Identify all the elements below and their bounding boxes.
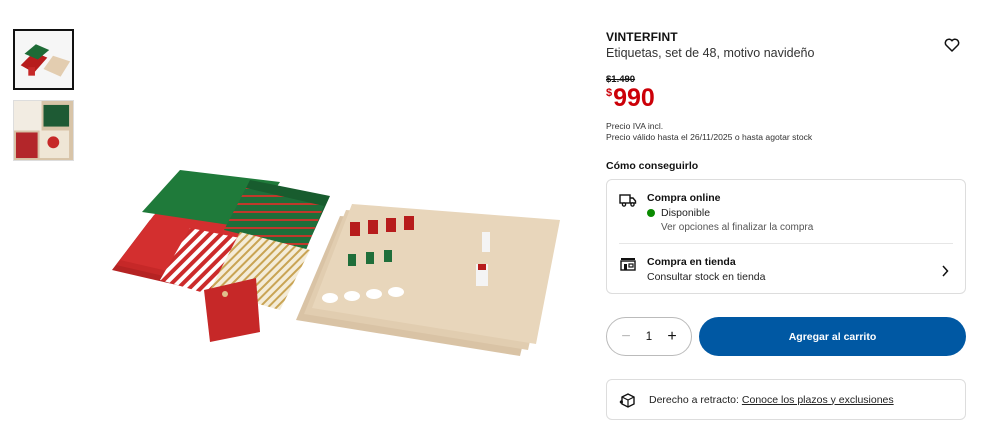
old-price: $1.490 <box>606 74 636 85</box>
current-price: $990 <box>606 86 966 111</box>
thumbnail-1-image <box>15 31 72 88</box>
online-status-text: Disponible <box>661 207 711 219</box>
heart-outline-icon[interactable] <box>944 38 960 52</box>
add-to-cart-button[interactable]: Agregar al carrito <box>699 317 966 356</box>
product-info-panel: VINTERFINT Etiquetas, set de 48, motivo … <box>606 30 966 420</box>
store-purchase-title: Compra en tienda <box>647 256 736 268</box>
online-purchase-title: Compra online <box>647 192 721 204</box>
status-dot <box>647 209 655 217</box>
thumbnail-2-image <box>14 101 73 160</box>
online-purchase-row: Compra online Disponible Ver opciones al… <box>607 180 965 243</box>
delivery-truck-icon <box>619 192 637 208</box>
chevron-right-icon[interactable] <box>941 264 949 277</box>
price-value: 990 <box>613 84 655 112</box>
product-image <box>100 160 560 360</box>
quantity-value[interactable]: 1 <box>646 331 652 343</box>
price-currency: $ <box>606 87 613 99</box>
thumbnail-1[interactable] <box>13 29 74 90</box>
thumbnail-list <box>13 29 75 171</box>
quantity-increase-button[interactable]: + <box>665 328 679 345</box>
product-illustration <box>112 170 560 356</box>
product-brand: VINTERFINT <box>606 30 678 44</box>
cart-controls: − 1 + Agregar al carrito <box>606 317 966 356</box>
quantity-decrease-button[interactable]: − <box>619 328 633 345</box>
online-status: Disponible <box>647 207 813 219</box>
return-policy-box: Derecho a retracto: Conoce los plazos y … <box>606 379 966 420</box>
store-purchase-row[interactable]: Compra en tienda Consultar stock en tien… <box>619 243 953 293</box>
availability-box: Compra online Disponible Ver opciones al… <box>606 179 966 294</box>
return-policy-link[interactable]: Conoce los plazos y exclusiones <box>742 394 894 406</box>
store-icon <box>619 256 637 272</box>
online-note: Ver opciones al finalizar la compra <box>661 222 814 233</box>
quantity-stepper: − 1 + <box>606 317 692 356</box>
availability-heading: Cómo conseguirlo <box>606 160 699 172</box>
vat-note: Precio IVA incl. <box>606 121 664 131</box>
product-description: Etiquetas, set de 48, motivo navideño <box>606 46 815 60</box>
thumbnail-2[interactable] <box>13 100 74 161</box>
return-box-icon <box>619 392 637 408</box>
return-policy-label: Derecho a retracto: <box>649 393 739 406</box>
store-note: Consultar stock en tienda <box>647 271 766 283</box>
price-validity-note: Precio válido hasta el 26/11/2025 o hast… <box>606 132 813 142</box>
